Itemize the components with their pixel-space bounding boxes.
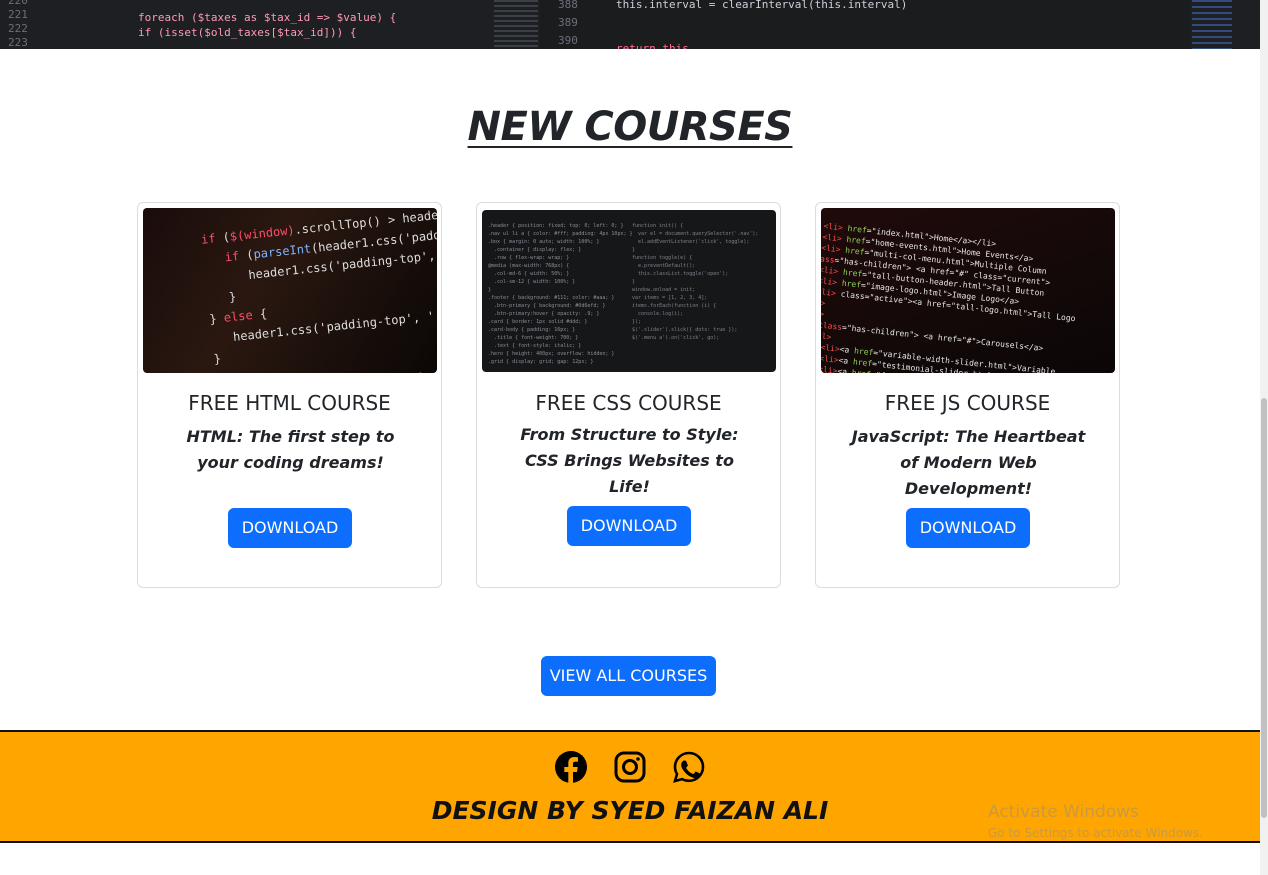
- download-button[interactable]: DOWNLOAD: [567, 506, 691, 546]
- line-number: 223: [8, 36, 28, 49]
- whatsapp-icon[interactable]: [672, 750, 706, 784]
- course-title: FREE HTML COURSE: [188, 391, 391, 415]
- windows-watermark-title: Activate Windows: [988, 802, 1139, 822]
- minimap: [494, 0, 538, 49]
- page-scrollbar[interactable]: [1260, 0, 1268, 875]
- course-title: FREE CSS COURSE: [535, 391, 722, 415]
- code-line: return this: [616, 42, 689, 49]
- section-title: NEW COURSES: [467, 104, 793, 150]
- course-description: JavaScript: The Heartbeat of Modern Web …: [851, 427, 1086, 498]
- hero-code-pane: 388 389 390 this.interval = clearInterva…: [540, 0, 1190, 49]
- hero-code: foreach ($taxes as $tax_id => $value) { …: [138, 10, 396, 40]
- hero-line-numbers-2: 388 389 390: [558, 0, 578, 49]
- course-card-html: if ($(window).scrollTop() > header1_init…: [137, 202, 442, 588]
- hero-code-image: 220 221 222 223 foreach ($taxes as $tax_…: [0, 0, 1260, 49]
- download-button[interactable]: DOWNLOAD: [906, 508, 1030, 548]
- download-button[interactable]: DOWNLOAD: [228, 508, 352, 548]
- line-number: 220: [8, 0, 28, 7]
- social-icons: [0, 750, 1260, 784]
- course-image-css: .header { position: fixed; top: 0; left:…: [482, 210, 776, 372]
- hero-code-2: this.interval = clearInterval(this.inter…: [616, 0, 907, 49]
- line-number: 222: [8, 22, 28, 35]
- minimap: [1192, 0, 1232, 49]
- code-line: if (isset($old_taxes[$tax_id])) {: [138, 26, 357, 39]
- line-number: 389: [558, 16, 578, 29]
- course-card-js: <li> href="index.html">Home</a></li> <li…: [815, 202, 1120, 588]
- course-description: From Structure to Style: CSS Brings Webs…: [520, 425, 739, 496]
- scrollbar-thumb[interactable]: [1261, 398, 1267, 818]
- course-image-html: if ($(window).scrollTop() > header1_init…: [143, 208, 437, 373]
- course-card-css: .header { position: fixed; top: 0; left:…: [476, 202, 781, 588]
- course-title: FREE JS COURSE: [884, 391, 1051, 415]
- windows-watermark-subtitle: Go to Settings to activate Windows.: [988, 826, 1203, 840]
- hero-line-numbers: 220 221 222 223: [8, 0, 28, 49]
- instagram-icon[interactable]: [613, 750, 647, 784]
- code-line: this.interval = clearInterval(this.inter…: [616, 0, 908, 11]
- view-all-courses-button[interactable]: VIEW ALL COURSES: [541, 656, 716, 696]
- course-image-js: <li> href="index.html">Home</a></li> <li…: [821, 208, 1115, 373]
- line-number: 388: [558, 0, 578, 11]
- line-number: 221: [8, 8, 28, 21]
- facebook-icon[interactable]: [554, 750, 588, 784]
- line-number: 390: [558, 34, 578, 47]
- code-line: foreach ($taxes as $tax_id => $value) {: [138, 11, 397, 24]
- course-description: HTML: The first step to your coding drea…: [186, 427, 395, 472]
